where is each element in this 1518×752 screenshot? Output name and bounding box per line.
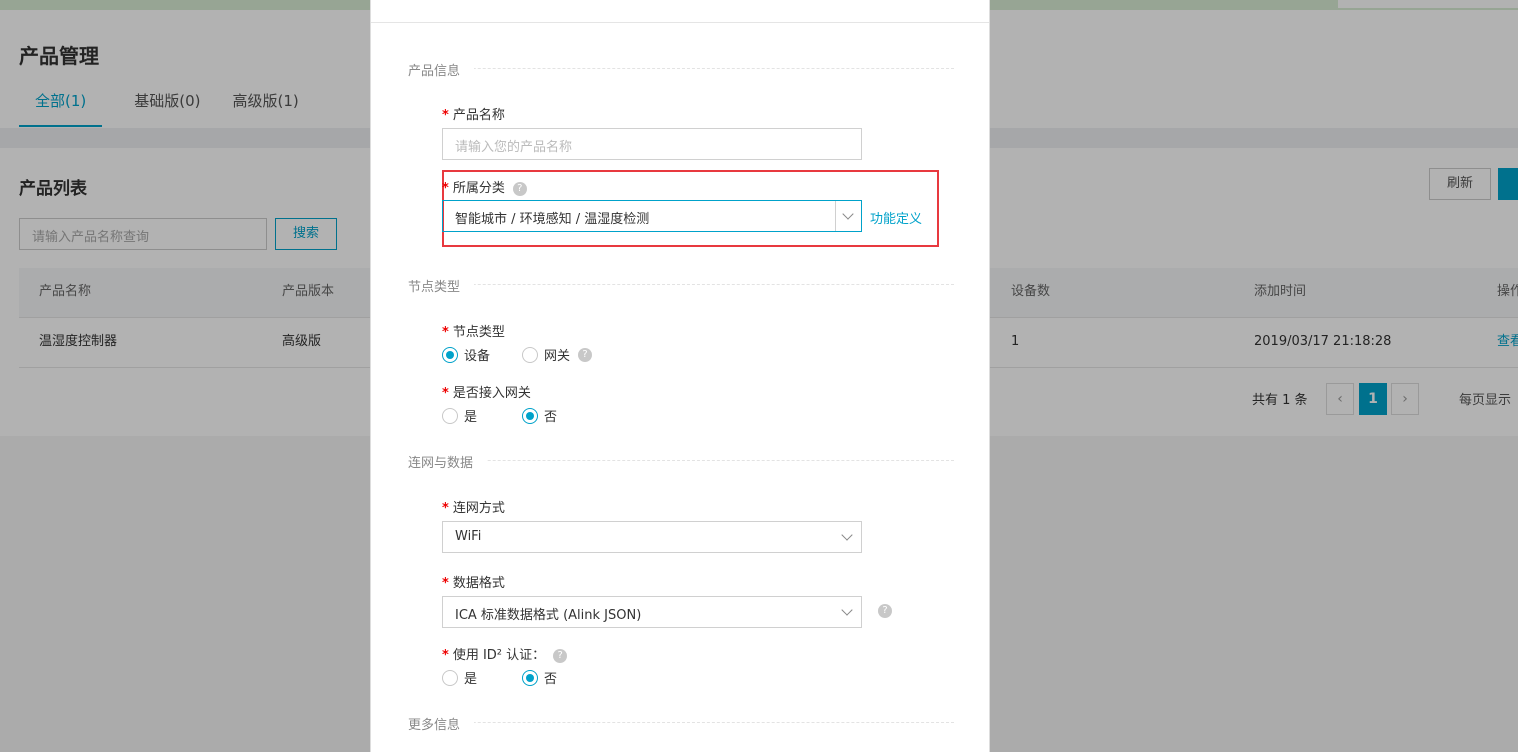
help-icon[interactable]: ? — [578, 347, 593, 362]
data-format-select[interactable]: ICA 标准数据格式 (Alink JSON) — [442, 596, 862, 628]
gateway-access-label: * 是否接入网关 — [442, 386, 531, 401]
help-icon[interactable]: ? — [553, 648, 568, 663]
data-format-label: * 数据格式 — [442, 576, 505, 591]
radio-checked-icon[interactable] — [442, 346, 458, 363]
required-mark: * — [442, 108, 449, 123]
radio-checked-icon[interactable] — [522, 407, 538, 424]
radio-gateway-no[interactable]: 否 — [522, 406, 602, 425]
section-divider — [408, 284, 954, 285]
section-label: 产品信息 — [408, 60, 475, 79]
section-node-type: 节点类型 — [408, 276, 954, 295]
chevron-down-icon[interactable] — [835, 597, 861, 627]
section-divider — [408, 722, 954, 723]
network-mode-value: WiFi — [455, 529, 482, 544]
required-mark: * — [442, 325, 449, 340]
id2-auth-radio-group: 是 否 — [442, 668, 602, 687]
radio-unchecked-icon[interactable] — [442, 669, 458, 686]
required-mark: * — [442, 576, 449, 591]
section-divider — [408, 68, 954, 69]
modal-header-divider — [371, 22, 989, 23]
product-name-input[interactable]: 请输入您的产品名称 — [442, 128, 862, 160]
radio-id2-yes[interactable]: 是 — [442, 668, 522, 687]
radio-device[interactable]: 设备 — [442, 345, 522, 364]
radio-id2-no[interactable]: 否 — [522, 668, 602, 687]
category-select[interactable]: 智能城市 / 环境感知 / 温湿度检测 — [442, 200, 862, 232]
section-label: 连网与数据 — [408, 452, 488, 471]
help-icon[interactable]: ? — [512, 181, 527, 196]
section-divider — [408, 460, 954, 461]
function-definition-link[interactable]: 功能定义 — [870, 208, 922, 227]
section-more-info: 更多信息 — [408, 714, 954, 733]
help-icon[interactable]: ? — [878, 604, 892, 618]
radio-gateway-yes[interactable]: 是 — [442, 406, 522, 425]
section-label: 节点类型 — [408, 276, 475, 295]
radio-unchecked-icon[interactable] — [522, 346, 538, 363]
product-name-label: * 产品名称 — [442, 108, 505, 123]
category-label: * 所属分类? — [442, 177, 527, 196]
category-value: 智能城市 / 环境感知 / 温湿度检测 — [455, 212, 650, 227]
section-product-info: 产品信息 — [408, 60, 954, 79]
section-label: 更多信息 — [408, 714, 475, 733]
create-product-modal: 产品信息 * 产品名称 请输入您的产品名称 * 所属分类? 智能城市 / 环境感知 … — [370, 0, 990, 752]
data-format-value: ICA 标准数据格式 (Alink JSON) — [455, 608, 642, 623]
network-mode-label: * 连网方式 — [442, 501, 505, 516]
required-mark: * — [442, 386, 449, 401]
required-mark: * — [442, 181, 449, 196]
id2-auth-label: * 使用 ID² 认证：? — [442, 644, 568, 663]
radio-unchecked-icon[interactable] — [442, 407, 458, 424]
network-mode-select[interactable]: WiFi — [442, 521, 862, 553]
chevron-down-icon[interactable] — [835, 201, 861, 231]
node-type-radio-group: 设备 网关? — [442, 345, 602, 364]
section-network-data: 连网与数据 — [408, 452, 954, 471]
required-mark: * — [442, 501, 449, 516]
node-type-label: * 节点类型 — [442, 325, 505, 340]
radio-checked-icon[interactable] — [522, 669, 538, 686]
required-mark: * — [442, 648, 449, 663]
chevron-down-icon[interactable] — [835, 522, 861, 552]
gateway-radio-group: 是 否 — [442, 406, 602, 425]
radio-gateway[interactable]: 网关? — [522, 345, 602, 364]
